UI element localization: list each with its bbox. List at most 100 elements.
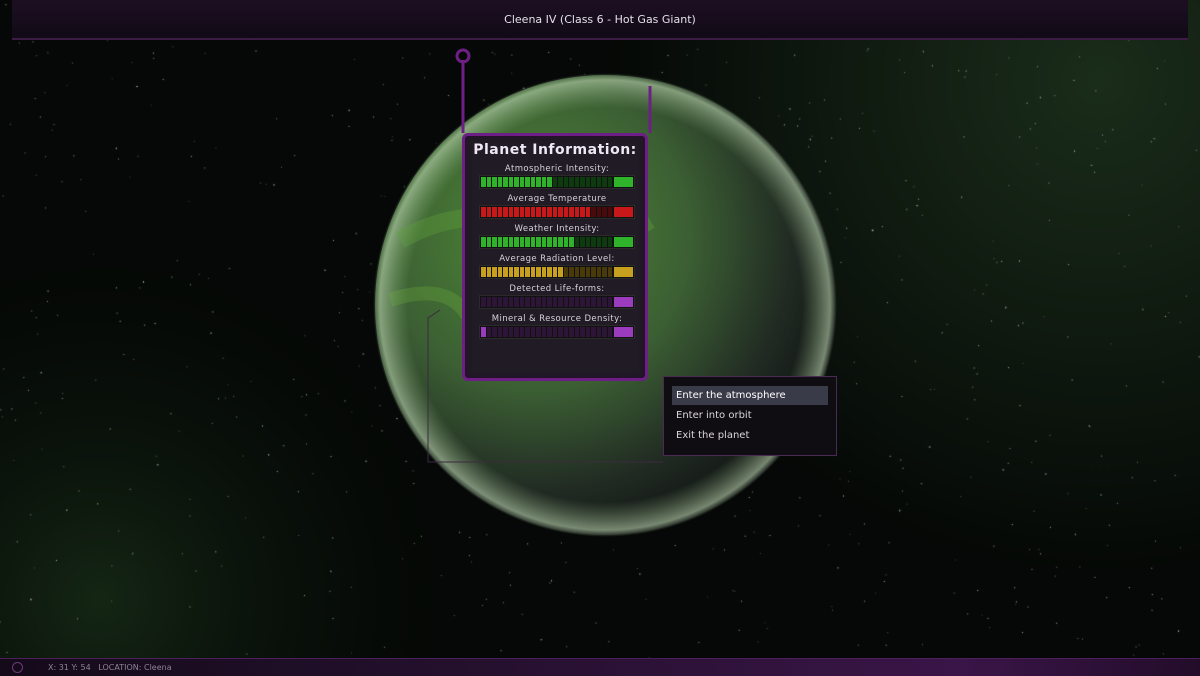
bar-segment — [607, 207, 612, 217]
bar-segment — [547, 267, 552, 277]
bar-segment — [530, 327, 535, 337]
bar-segment — [607, 327, 612, 337]
bar-segment — [569, 207, 574, 217]
bar-segment — [525, 237, 530, 247]
bar-segment — [602, 177, 607, 187]
bar-segment — [591, 237, 596, 247]
bar-segment — [602, 297, 607, 307]
bar-segment — [552, 267, 557, 277]
bar-endcap — [614, 327, 633, 337]
location-title-bar: Cleena IV (Class 6 - Hot Gas Giant) — [12, 0, 1188, 40]
bar-segment — [569, 267, 574, 277]
bar-segment — [481, 177, 486, 187]
location-readout: LOCATION: Cleena — [98, 663, 172, 672]
stat-mineral-resource-density: Mineral & Resource Density: — [479, 314, 635, 339]
bar-segment — [525, 297, 530, 307]
bar-segment — [563, 297, 568, 307]
bar-segment — [558, 207, 563, 217]
stat-bar — [479, 295, 635, 309]
bar-segment — [607, 297, 612, 307]
bar-segment — [596, 207, 601, 217]
bar-segment — [536, 207, 541, 217]
bar-segment — [497, 237, 502, 247]
bar-segment — [591, 267, 596, 277]
bar-segment — [541, 237, 546, 247]
stat-label: Average Radiation Level: — [499, 254, 615, 264]
status-readout: X: 31 Y: 54 LOCATION: Cleena — [48, 659, 172, 676]
bar-segment — [536, 237, 541, 247]
bar-segment — [497, 177, 502, 187]
bar-segment — [580, 297, 585, 307]
bar-segment — [530, 297, 535, 307]
bar-segment — [536, 177, 541, 187]
bar-segment — [492, 237, 497, 247]
bar-segment — [558, 237, 563, 247]
bar-segment — [514, 207, 519, 217]
bar-segment — [580, 327, 585, 337]
bar-segment — [607, 267, 612, 277]
bar-segment — [497, 297, 502, 307]
bar-segment — [514, 327, 519, 337]
bar-segment — [580, 207, 585, 217]
bar-segment — [569, 237, 574, 247]
bar-segment — [492, 327, 497, 337]
bar-segment — [503, 267, 508, 277]
bar-segment — [591, 177, 596, 187]
bar-segment — [514, 267, 519, 277]
bar-segment — [492, 267, 497, 277]
bar-segment — [602, 267, 607, 277]
planet-information-panel: Planet Information: Atmospheric Intensit… — [462, 133, 648, 381]
bar-segment — [481, 237, 486, 247]
stat-bar — [479, 205, 635, 219]
bar-segment — [530, 267, 535, 277]
bar-segment — [519, 297, 524, 307]
bar-segment — [508, 177, 513, 187]
bar-segment — [591, 297, 596, 307]
bar-segment — [541, 297, 546, 307]
bar-segment — [602, 207, 607, 217]
bar-segment — [569, 297, 574, 307]
bar-segment — [585, 237, 590, 247]
planet-action-menu: Enter the atmosphere Enter into orbit Ex… — [663, 376, 837, 456]
menu-item-enter-orbit[interactable]: Enter into orbit — [672, 406, 828, 425]
bar-segment — [602, 237, 607, 247]
status-ring-icon — [12, 662, 23, 673]
bar-segment — [503, 297, 508, 307]
bar-segment — [569, 177, 574, 187]
stat-label: Mineral & Resource Density: — [491, 314, 623, 324]
bar-segment — [574, 177, 579, 187]
stat-label: Atmospheric Intensity: — [504, 164, 610, 174]
bar-segment — [596, 267, 601, 277]
bar-segment — [552, 237, 557, 247]
bar-segment — [492, 177, 497, 187]
stat-label: Weather Intensity: — [514, 224, 600, 234]
bar-segment — [497, 267, 502, 277]
menu-item-enter-atmosphere[interactable]: Enter the atmosphere — [672, 386, 828, 405]
bar-segment — [503, 237, 508, 247]
bar-segment — [519, 207, 524, 217]
bar-segment — [492, 207, 497, 217]
bar-endcap — [614, 207, 633, 217]
bar-segment — [486, 267, 491, 277]
bar-segment — [525, 267, 530, 277]
bar-segment — [585, 297, 590, 307]
stat-average-temperature: Average Temperature — [479, 194, 635, 219]
menu-item-exit-planet[interactable]: Exit the planet — [672, 426, 828, 445]
bar-segment — [541, 327, 546, 337]
bar-segment — [574, 327, 579, 337]
stat-bar — [479, 235, 635, 249]
bar-segment — [596, 297, 601, 307]
stat-weather-intensity: Weather Intensity: — [479, 224, 635, 249]
bar-segment — [481, 267, 486, 277]
bar-segment — [525, 207, 530, 217]
bar-segment — [574, 297, 579, 307]
coordinates-readout: X: 31 Y: 54 — [48, 663, 91, 672]
bar-segment — [525, 177, 530, 187]
bar-segment — [481, 297, 486, 307]
bar-segment — [497, 327, 502, 337]
bar-endcap — [614, 177, 633, 187]
bar-segment — [486, 297, 491, 307]
bar-segment — [536, 267, 541, 277]
bar-segment — [536, 327, 541, 337]
bar-segment — [547, 207, 552, 217]
